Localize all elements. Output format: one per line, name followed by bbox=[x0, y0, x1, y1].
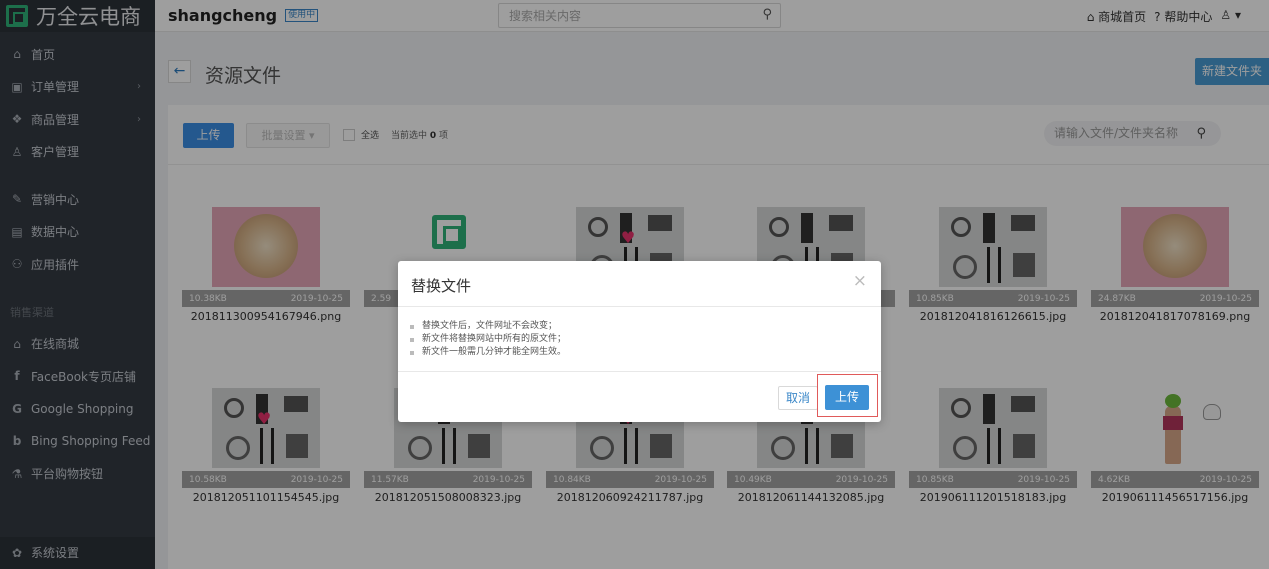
dialog-title: 替换文件 bbox=[411, 277, 472, 295]
divider bbox=[398, 371, 881, 372]
dialog-note: 新文件一般需几分钟才能全网生效。 bbox=[410, 346, 566, 359]
dialog-notes: 替换文件后，文件网址不会改变； 新文件将替换网站中所有的原文件； 新文件一般需几… bbox=[410, 320, 566, 359]
dialog-note: 替换文件后，文件网址不会改变； bbox=[410, 320, 566, 333]
divider bbox=[398, 306, 881, 307]
cancel-button[interactable]: 取消 bbox=[778, 386, 818, 410]
replace-file-dialog: 替换文件 × 替换文件后，文件网址不会改变； 新文件将替换网站中所有的原文件； … bbox=[398, 261, 881, 422]
close-icon[interactable]: × bbox=[853, 271, 867, 291]
highlight-box bbox=[817, 374, 878, 417]
dialog-note: 新文件将替换网站中所有的原文件； bbox=[410, 333, 566, 346]
